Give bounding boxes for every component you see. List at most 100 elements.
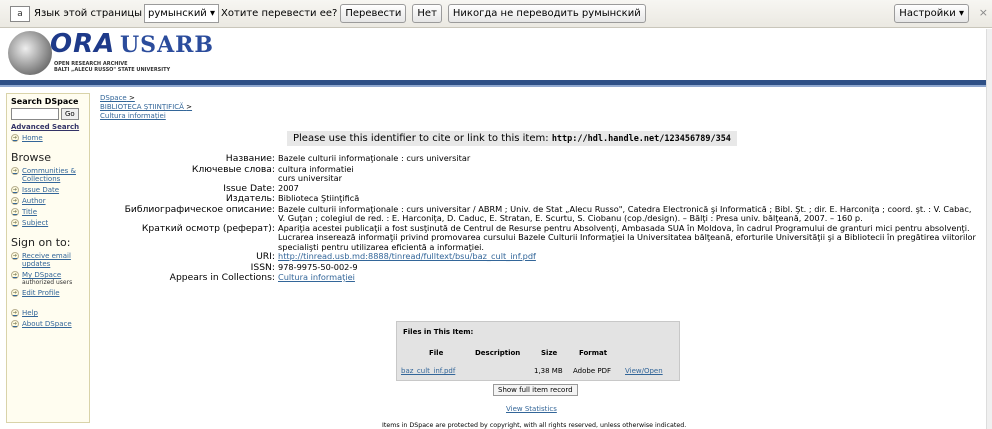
identifier-text: Please use this identifier to cite or li… [293, 133, 549, 144]
meta-value: Cultura informaţiei [278, 272, 980, 284]
language-select-label: румынский [148, 8, 207, 19]
meta-value: Bazele culturii informaţionale : curs un… [278, 203, 972, 223]
close-icon[interactable]: × [979, 6, 988, 19]
file-format: Adobe PDF [573, 367, 612, 375]
meta-label: Ключевые слова: [191, 163, 275, 175]
arrow-bullet-icon: ➔ [11, 167, 19, 175]
meta-value: 978-9975-50-002-9 [278, 261, 358, 272]
arrow-bullet-icon: ➔ [11, 289, 19, 297]
arrow-bullet-icon: ➔ [11, 208, 19, 216]
sidebar-item-label: Help [22, 309, 38, 317]
authorized-users-note: authorized users [22, 279, 73, 286]
sidebar-item-edit-profile[interactable]: ➔ Edit Profile [11, 289, 85, 297]
sidebar-item-label: Edit Profile [22, 289, 60, 297]
view-statistics-link[interactable]: View Statistics [506, 405, 557, 413]
show-full-record-button[interactable]: Show full item record [493, 384, 578, 396]
meta-value: http://tinread.usb.md:8888/tinread/fullt… [278, 251, 980, 263]
never-translate-button[interactable]: Никогда не переводить румынский [447, 4, 646, 23]
meta-value: Biblioteca Ştiinţifică [278, 193, 360, 203]
sidebar-item-home[interactable]: ➔ Home [11, 134, 85, 142]
settings-button[interactable]: Настройки ▾ [894, 4, 969, 23]
meta-value: 2007 [278, 182, 299, 193]
sidebar-item-help[interactable]: ➔ Help [11, 309, 85, 317]
files-title: Files in This Item: [403, 328, 474, 336]
meta-label: Краткий осмотр (реферат): [141, 222, 275, 234]
chevron-down-icon: ▾ [210, 8, 216, 19]
sidebar-item-author[interactable]: ➔ Author [11, 197, 85, 205]
translate-question: Хотите перевести ее? [221, 8, 338, 19]
arrow-bullet-icon: ➔ [11, 219, 19, 227]
go-button[interactable]: Go [61, 108, 79, 120]
metadata-table: Название: Bazele culturii informaţionale… [100, 153, 980, 284]
search-title: Search DSpace [11, 97, 79, 106]
meta-label: Название: [225, 153, 275, 164]
identifier-box: Please use this identifier to cite or li… [287, 131, 737, 146]
sidebar-item-label: Subject [22, 219, 49, 227]
meta-label: Издатель: [225, 193, 275, 204]
meta-row-title: Название: Bazele culturii informaţionale… [100, 153, 980, 165]
sidebar-item-about[interactable]: ➔ About DSpace [11, 320, 85, 328]
main-content: DSpace > BIBLIOTECA ŞTIINŢIFICĂ > Cultur… [100, 94, 980, 429]
sidebar-item-label: My DSpace [22, 271, 62, 279]
uri-link[interactable]: http://tinread.usb.md:8888/tinread/fullt… [278, 251, 536, 261]
sidebar-item-my-dspace[interactable]: ➔ My DSpace [11, 271, 85, 279]
meta-row-publisher: Издатель: Biblioteca Ştiinţifică [100, 193, 980, 205]
arrow-bullet-icon: ➔ [11, 271, 19, 279]
meta-value: Bazele culturii informaţionale : curs un… [278, 153, 471, 163]
logo-subtitle-2: BALTI „ALECU RUSSO" STATE UNIVERSITY [54, 67, 171, 73]
translate-icon: a [10, 5, 30, 22]
arrow-bullet-icon: ➔ [11, 186, 19, 194]
meta-row-abstract: Краткий осмотр (реферат): Apariţia acest… [100, 222, 980, 253]
translate-button[interactable]: Перевести [340, 4, 407, 23]
sidebar: Search DSpace Go Advanced Search ➔ Home B… [6, 93, 90, 423]
meta-label: Библиографическое описание: [124, 203, 275, 215]
files-header-file: File [429, 349, 444, 357]
meta-label: URI: [256, 251, 275, 262]
university-seal-icon[interactable] [8, 31, 52, 75]
translate-lead-text: Язык этой страницы [34, 8, 143, 19]
files-header-description: Description [475, 349, 521, 357]
sidebar-item-label: Issue Date [22, 186, 60, 194]
breadcrumb-library[interactable]: BIBLIOTECA ŞTIINŢIFICĂ > [100, 103, 980, 112]
sidebar-item-communities[interactable]: ➔ Communities & Collections [11, 167, 85, 183]
settings-label: Настройки [899, 8, 956, 19]
site-header: ORA USARB OPEN RESEARCH ARCHIVE BALTI „A… [0, 29, 986, 79]
files-header-format: Format [579, 349, 608, 357]
collection-link[interactable]: Cultura informaţiei [278, 272, 355, 282]
language-select[interactable]: румынский ▾ [144, 4, 220, 23]
no-button[interactable]: Нет [412, 4, 442, 23]
sidebar-item-label: Title [22, 208, 38, 216]
sidebar-item-subject[interactable]: ➔ Subject [11, 219, 85, 227]
keyword: cultura informatiei [278, 163, 354, 174]
sidebar-item-label: Author [22, 197, 46, 205]
sidebar-item-receive-updates[interactable]: ➔ Receive email updates [11, 252, 85, 268]
arrow-bullet-icon: ➔ [11, 309, 19, 317]
arrow-bullet-icon: ➔ [11, 320, 19, 328]
translate-bar: a Язык этой страницы румынский ▾ Хотите … [0, 0, 992, 28]
files-panel: Files in This Item: File Description Siz… [396, 321, 680, 381]
identifier-handle: http://hdl.handle.net/123456789/354 [551, 134, 731, 144]
sidebar-item-issue-date[interactable]: ➔ Issue Date [11, 186, 85, 194]
copyright-notice: Items in DSpace are protected by copyrig… [382, 422, 687, 429]
signon-heading: Sign on to: [11, 236, 71, 249]
chevron-down-icon: ▾ [958, 8, 964, 19]
logo-usarb[interactable]: USARB [120, 32, 214, 58]
file-name-link[interactable]: baz_cult_inf.pdf [401, 367, 455, 375]
advanced-search-link[interactable]: Advanced Search [11, 123, 85, 131]
sidebar-item-label: About DSpace [22, 320, 72, 328]
logo-ora[interactable]: ORA [50, 29, 115, 59]
arrow-bullet-icon: ➔ [11, 197, 19, 205]
header-stripe-light [0, 85, 986, 87]
vertical-scrollbar[interactable] [986, 29, 992, 429]
meta-row-citation: Библиографическое описание: Bazele cultu… [100, 203, 980, 224]
breadcrumb-dspace[interactable]: DSpace > [100, 94, 980, 103]
search-input[interactable] [11, 108, 59, 120]
breadcrumb-collection[interactable]: Cultura informaţiei [100, 112, 980, 121]
view-open-link[interactable]: View/Open [625, 367, 663, 375]
breadcrumb: DSpace > BIBLIOTECA ŞTIINŢIFICĂ > Cultur… [100, 94, 980, 121]
sidebar-item-label: Communities & Collections [22, 167, 76, 183]
sidebar-item-title[interactable]: ➔ Title [11, 208, 85, 216]
meta-row-keywords: Ключевые слова: cultura informatiei curs… [100, 163, 980, 184]
arrow-bullet-icon: ➔ [11, 134, 19, 142]
meta-value: Apariţia acestei publicaţii a fost susţi… [278, 222, 976, 252]
